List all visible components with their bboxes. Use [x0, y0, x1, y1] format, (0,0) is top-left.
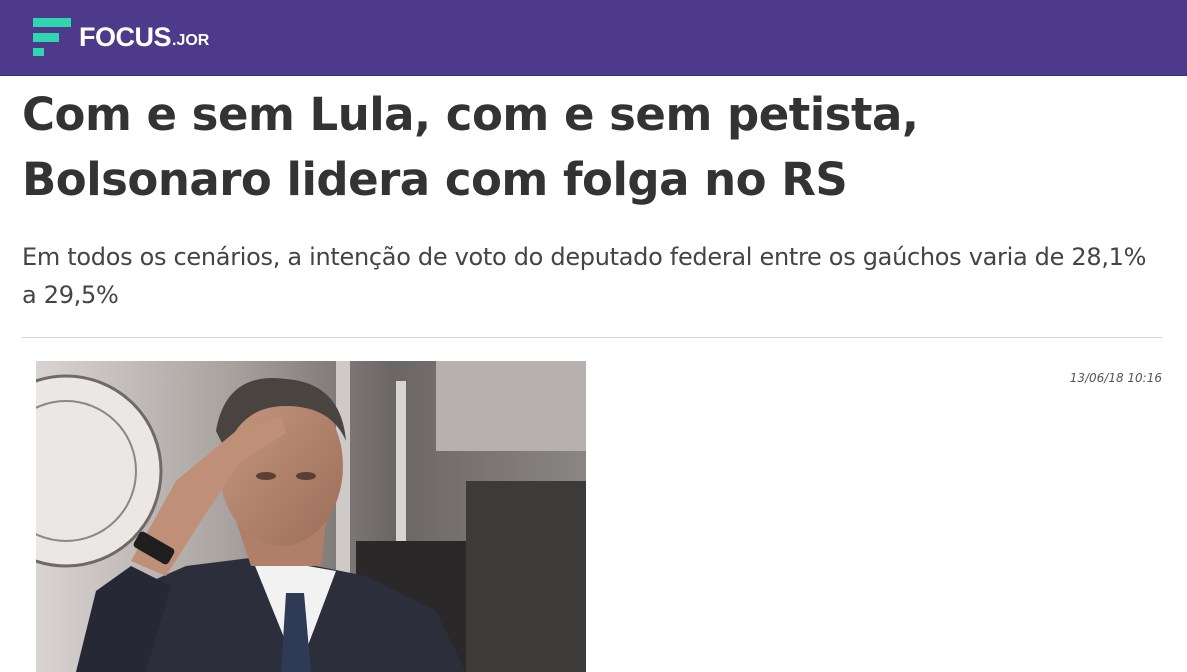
focus-f-logo-icon [33, 18, 71, 56]
article-timestamp: 13/06/18 10:16 [1069, 371, 1162, 385]
article-photo[interactable] [36, 361, 586, 672]
site-logo-link[interactable]: FOCUS .JOR [33, 17, 209, 57]
article-title: Com e sem Lula, com e sem petista, Bolso… [22, 88, 919, 206]
logo-text: FOCUS [79, 21, 172, 52]
divider [22, 337, 1162, 338]
article-subtitle: Em todos os cenários, a intenção de voto… [22, 243, 1147, 309]
site-header: FOCUS .JOR [0, 0, 1187, 76]
logo-suffix: .JOR [172, 32, 210, 49]
